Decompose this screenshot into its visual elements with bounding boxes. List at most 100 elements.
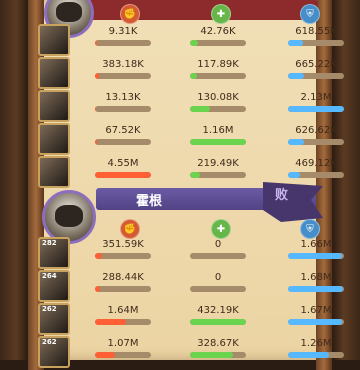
shield-icon: ⛨ [300,4,320,24]
shield-cell: 1.66M [286,237,346,261]
healing-value: 219.49K [197,158,239,169]
healing-bar [190,40,246,46]
shield-bar [288,286,344,292]
damage-cell: 4.55M [93,156,153,180]
damage-value: 1.64M [107,305,139,316]
healing-value: 328.67K [197,338,239,349]
defeat-stamp-text: 败 [275,188,289,203]
shield-cell: 665.22K [286,57,346,81]
damage-value: 383.18K [102,59,144,70]
shield-fill [288,319,343,325]
team2-hero-row[interactable]: 264 288.44K 0 1.68M [38,270,344,302]
damage-fill [95,253,102,259]
healing-fill [190,73,198,79]
team2-hero-row[interactable]: 262 1.64M 432.19K 1.67M [38,303,344,335]
shield-value: 1.26M [300,338,332,349]
hero-portrait[interactable] [38,24,70,56]
shield-icon: ⛨ [300,219,320,239]
team1-hero-row[interactable]: 9.31K 42.76K 618.55K [38,24,344,56]
team1-hero-row[interactable]: 67.52K 1.16M 626.62K [38,123,344,155]
shield-cell: 1.68M [286,270,346,294]
healing-cell: 130.08K [188,90,248,114]
healing-bar [190,286,246,292]
damage-value: 351.59K [102,239,144,250]
damage-cell: 351.59K [93,237,153,261]
damage-cell: 1.07M [93,336,153,360]
team-one-resource-icons: ✊ ✚ ⛨ [38,4,322,26]
shield-bar [288,352,344,358]
healing-value: 0 [214,272,222,283]
healing-value: 42.76K [200,26,236,37]
heal-icon: ✚ [211,4,231,24]
damage-cell: 67.52K [93,123,153,147]
shield-fill [288,253,343,259]
hero-portrait[interactable]: 264 [38,270,70,302]
healing-value: 0 [214,239,222,250]
shield-fill [288,172,301,178]
hero-portrait[interactable]: 262 [38,336,70,368]
damage-cell: 9.31K [93,24,153,48]
damage-bar [95,352,151,358]
team-one-stats: ✊ ✚ ⛨ 9.31K 42.76K 618.55K 383.18K 117.8… [38,0,344,188]
damage-bar [95,73,151,79]
healing-bar [190,172,246,178]
healing-bar [190,73,246,79]
damage-value: 1.07M [107,338,139,349]
hero-portrait[interactable] [38,57,70,89]
heal-icon: ✚ [211,219,231,239]
shield-cell: 618.55K [286,24,346,48]
shield-value: 626.62K [295,125,337,136]
healing-fill [190,106,210,112]
healing-cell: 117.89K [188,57,248,81]
damage-value: 288.44K [102,272,144,283]
shield-fill [288,106,344,112]
healing-cell: 432.19K [188,303,248,327]
healing-fill [190,40,198,46]
hero-portrait[interactable]: 262 [38,303,70,335]
shield-bar [288,139,344,145]
shield-value: 2.13M [300,92,332,103]
damage-fill [95,319,126,325]
shield-value: 618.55K [295,26,337,37]
shield-bar [288,319,344,325]
healing-cell: 0 [188,237,248,261]
damage-fill [95,40,97,46]
shield-value: 1.68M [300,272,332,283]
team2-hero-row[interactable]: 282 351.59K 0 1.66M [38,237,344,269]
hero-portrait[interactable] [38,90,70,122]
hero-portrait[interactable] [38,123,70,155]
damage-bar [95,253,151,259]
shield-fill [288,286,343,292]
healing-cell: 219.49K [188,156,248,180]
healing-bar [190,253,246,259]
shield-value: 1.67M [300,305,332,316]
damage-fill [95,73,100,79]
damage-bar [95,172,151,178]
damage-fill [95,106,96,112]
healing-bar [190,106,246,112]
healing-bar [190,139,246,145]
damage-cell: 383.18K [93,57,153,81]
hero-level: 262 [42,305,57,313]
shield-cell: 469.12K [286,156,346,180]
healing-cell: 42.76K [188,24,248,48]
shield-fill [288,139,304,145]
team2-hero-row[interactable]: 262 1.07M 328.67K 1.26M [38,336,344,368]
shield-bar [288,73,344,79]
damage-bar [95,40,151,46]
hero-portrait[interactable]: 282 [38,237,70,269]
damage-cell: 1.64M [93,303,153,327]
damage-bar [95,319,151,325]
damage-fill [95,286,101,292]
damage-bar [95,286,151,292]
damage-fill [95,172,151,178]
healing-bar [190,352,246,358]
healing-fill [190,172,201,178]
damage-value: 13.13K [105,92,141,103]
team1-hero-row[interactable]: 383.18K 117.89K 665.22K [38,57,344,89]
healing-cell: 0 [188,270,248,294]
shield-bar [288,106,344,112]
team1-hero-row[interactable]: 13.13K 130.08K 2.13M [38,90,344,122]
damage-bar [95,139,151,145]
team-two-stats: 霍根 败 ✊ ✚ ⛨ 282 351.59K 0 1.66M 264 288.4… [38,180,344,368]
